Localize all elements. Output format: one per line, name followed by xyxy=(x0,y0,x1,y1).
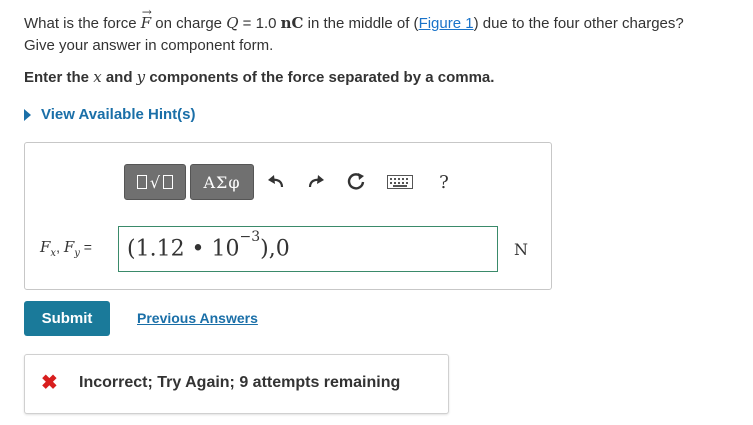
figure-link[interactable]: Figure 1 xyxy=(419,15,474,32)
instruction-text: Enter the x and y components of the forc… xyxy=(24,68,495,86)
hint-label: View Available Hint(s) xyxy=(41,106,196,123)
answer-label: Fx, Fy = xyxy=(40,238,92,259)
expand-triangle-icon xyxy=(24,108,31,121)
feedback-message: Incorrect; Try Again; 9 attempts remaini… xyxy=(79,374,401,391)
force-symbol: → F xyxy=(140,5,152,32)
reset-icon[interactable] xyxy=(338,164,374,200)
question-text: What is the force → F on charge Q = 1.0 n… xyxy=(24,5,684,54)
math-toolbar: √ ΑΣφ ? xyxy=(124,164,462,200)
unit-label: N xyxy=(514,240,528,259)
submit-button[interactable]: Submit xyxy=(24,301,110,336)
incorrect-x-icon: ✖ xyxy=(41,372,58,394)
templates-button[interactable]: √ xyxy=(124,164,186,200)
keyboard-icon[interactable] xyxy=(378,164,422,200)
help-button[interactable]: ? xyxy=(426,164,462,200)
answer-value: (1.12 • 10−3),0 xyxy=(127,229,290,262)
charge-symbol: Q xyxy=(226,14,239,32)
view-hints-toggle[interactable]: View Available Hint(s) xyxy=(24,106,196,123)
charge-unit: nC xyxy=(280,14,304,32)
redo-icon[interactable] xyxy=(298,164,334,200)
question-line2: Give your answer in component form. xyxy=(24,37,274,54)
previous-answers-link[interactable]: Previous Answers xyxy=(137,310,258,326)
feedback-box: ✖ Incorrect; Try Again; 9 attempts remai… xyxy=(24,354,449,414)
template-box-icon xyxy=(136,175,147,189)
greek-symbols-button[interactable]: ΑΣφ xyxy=(190,164,254,200)
answer-input[interactable]: (1.12 • 10−3),0 xyxy=(118,226,498,272)
undo-icon[interactable] xyxy=(258,164,294,200)
template-box-icon xyxy=(163,175,174,189)
radical-icon: √ xyxy=(149,172,161,192)
